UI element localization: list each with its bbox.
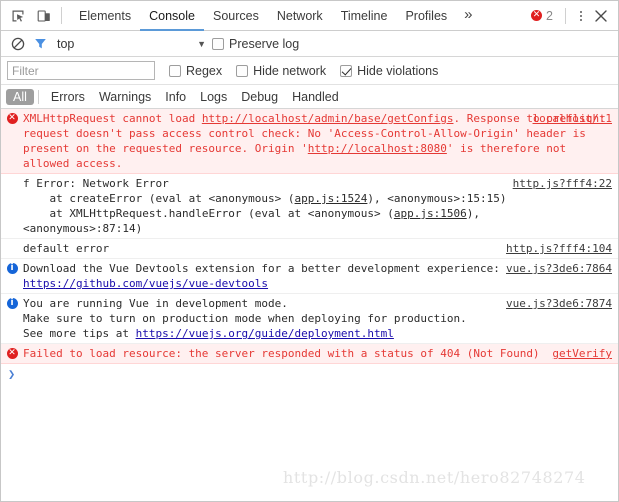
request-url-link[interactable]: http://localhost/admin/base/getConfigs	[202, 112, 454, 125]
origin-url-link[interactable]: http://localhost:8080	[308, 142, 447, 155]
hide-network-checkbox[interactable]: Hide network	[236, 64, 326, 78]
message-source-link[interactable]: vue.js?3de6:7864	[506, 261, 612, 276]
hide-network-box[interactable]	[236, 64, 249, 77]
devtools-window: Elements Console Sources Network Timelin…	[0, 0, 619, 502]
more-tabs-button[interactable]: »	[456, 1, 480, 31]
preserve-log-checkbox[interactable]: Preserve log	[212, 37, 299, 51]
tabbar-divider	[565, 7, 566, 24]
error-count-badge[interactable]: ✕ 2	[531, 9, 553, 23]
message-segment: f Error: Network Error at createError (e…	[23, 177, 295, 205]
execution-context-select[interactable]: top ▼	[57, 37, 212, 51]
message-gutter: ✕	[1, 111, 23, 171]
info-circle-icon: i	[6, 298, 18, 309]
message-gutter: ✕	[1, 346, 23, 361]
message-source-link[interactable]: getVerify	[552, 346, 612, 361]
console-context-toolbar: top ▼ Preserve log	[1, 31, 618, 57]
tab-sources[interactable]: Sources	[204, 1, 268, 31]
app-js-1506-link[interactable]: app.js:1506	[394, 207, 467, 220]
console-filter-bar: Regex Hide network Hide violations	[1, 57, 618, 85]
filter-funnel-icon[interactable]	[29, 33, 51, 55]
chevron-down-icon: ▼	[197, 38, 206, 49]
message-gutter	[1, 176, 23, 236]
console-level-bar: All Errors Warnings Info Logs Debug Hand…	[1, 85, 618, 109]
tabbar-right-controls: ✕ 2	[531, 1, 618, 31]
level-handled[interactable]: Handled	[285, 89, 346, 105]
vue-devtools-url-link[interactable]: https://github.com/vuejs/vue-devtools	[23, 277, 268, 290]
toolbar-divider	[61, 7, 62, 24]
execution-context-value: top	[57, 36, 75, 51]
error-circle-icon: ✕	[531, 10, 543, 21]
message-gutter: i	[1, 261, 23, 291]
console-message-row[interactable]: i You are running Vue in development mod…	[1, 294, 618, 344]
console-message-row[interactable]: ✕ XMLHttpRequest cannot load http://loca…	[1, 109, 618, 174]
prompt-chevron-icon: ❯	[8, 367, 16, 381]
device-toolbar-icon[interactable]	[31, 3, 57, 29]
message-source-link[interactable]: http.js?fff4:22	[513, 176, 612, 191]
app-js-1524-link[interactable]: app.js:1524	[295, 192, 368, 205]
console-message-list[interactable]: ✕ XMLHttpRequest cannot load http://loca…	[1, 109, 618, 453]
message-segment: XMLHttpRequest cannot load	[23, 112, 202, 125]
regex-box[interactable]	[169, 64, 181, 77]
console-message-row[interactable]: f Error: Network Error at createError (e…	[1, 174, 618, 239]
level-info[interactable]: Info	[158, 89, 193, 105]
console-message-row[interactable]: i Download the Vue Devtools extension fo…	[1, 259, 618, 294]
tab-elements[interactable]: Elements	[70, 1, 140, 31]
regex-label: Regex	[186, 63, 223, 78]
console-message-row[interactable]: ✕ Failed to load resource: the server re…	[1, 344, 618, 364]
panel-tabs: Elements Console Sources Network Timelin…	[70, 1, 481, 31]
tab-network[interactable]: Network	[268, 1, 332, 31]
hide-network-label: Hide network	[253, 63, 327, 78]
message-source-link[interactable]: localhost/:1	[533, 111, 612, 126]
info-circle-icon: i	[6, 263, 18, 274]
regex-checkbox[interactable]: Regex	[169, 64, 222, 78]
message-gutter: i	[1, 296, 23, 341]
tab-timeline[interactable]: Timeline	[332, 1, 397, 31]
preserve-log-label: Preserve log	[229, 36, 300, 51]
tab-console[interactable]: Console	[140, 1, 204, 31]
message-text: XMLHttpRequest cannot load http://localh…	[23, 111, 618, 171]
tab-profiles[interactable]: Profiles	[396, 1, 456, 31]
kebab-menu-icon[interactable]	[572, 6, 590, 26]
error-count-label: 2	[546, 8, 553, 23]
hide-violations-box[interactable]	[340, 64, 353, 77]
error-circle-icon: ✕	[6, 348, 18, 359]
level-debug[interactable]: Debug	[234, 89, 285, 105]
console-message-row[interactable]: default error http.js?fff4:104	[1, 239, 618, 259]
close-icon[interactable]	[590, 5, 612, 27]
message-segment: Download the Vue Devtools extension for …	[23, 262, 500, 275]
message-gutter	[1, 241, 23, 256]
hide-violations-checkbox[interactable]: Hide violations	[340, 64, 438, 78]
level-errors[interactable]: Errors	[44, 89, 92, 105]
clear-console-icon[interactable]	[7, 33, 29, 55]
vue-deployment-url-link[interactable]: https://vuejs.org/guide/deployment.html	[136, 327, 394, 340]
level-divider	[37, 89, 39, 104]
level-logs[interactable]: Logs	[193, 89, 234, 105]
console-prompt[interactable]: ❯	[1, 364, 618, 386]
error-circle-icon: ✕	[6, 113, 18, 124]
watermark-text: http://blog.csdn.net/hero82748274	[283, 468, 586, 487]
devtools-tabbar: Elements Console Sources Network Timelin…	[1, 1, 618, 31]
preserve-log-box[interactable]	[212, 37, 224, 50]
message-text: Failed to load resource: the server resp…	[23, 347, 540, 360]
inspect-element-icon[interactable]	[5, 3, 31, 29]
level-warnings[interactable]: Warnings	[92, 89, 158, 105]
message-source-link[interactable]: http.js?fff4:104	[506, 241, 612, 256]
level-all[interactable]: All	[6, 88, 34, 105]
hide-violations-label: Hide violations	[357, 63, 439, 78]
message-source-link[interactable]: vue.js?3de6:7874	[506, 296, 612, 311]
filter-input[interactable]	[7, 61, 155, 80]
